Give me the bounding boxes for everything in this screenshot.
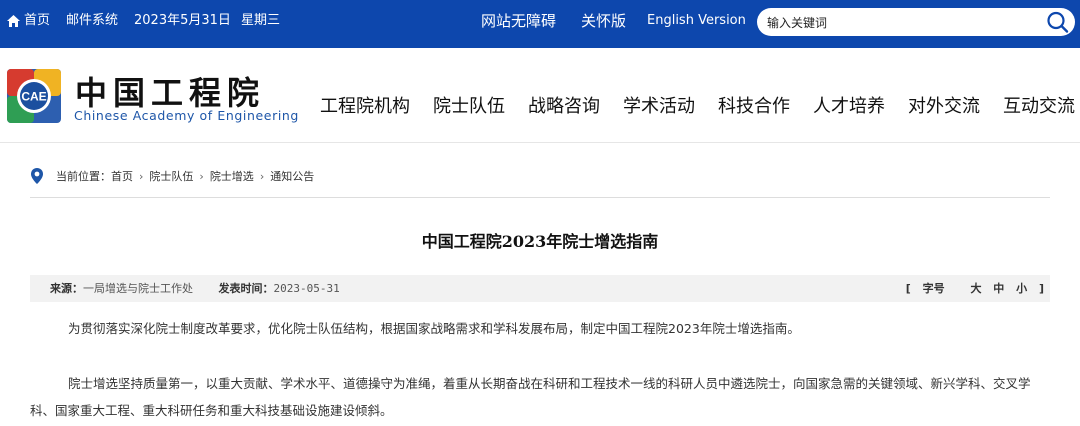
main-nav: 工程院机构 院士队伍 战略咨询 学术活动 科技合作 人才培养 对外交流 互动交流 — [320, 92, 1075, 118]
article-meta-left: 来源：一局增选与院士工作处 发表时间：2023-05-31 — [50, 275, 340, 302]
date-value: 2023-05-31 — [273, 282, 340, 295]
breadcrumb: 当前位置： 首页 › 院士队伍 › 院士增选 › 通知公告 — [30, 166, 314, 186]
breadcrumb-election[interactable]: 院士增选 — [210, 168, 254, 184]
emblem-text: CAE — [21, 90, 46, 104]
nav-item-strategy[interactable]: 战略咨询 — [528, 92, 600, 118]
search-icon — [1047, 11, 1069, 33]
article-title: 中国工程院2023年院士增选指南 — [421, 232, 659, 251]
home-icon — [7, 14, 20, 27]
home-label: 首页 — [24, 13, 51, 28]
top-bar: 首页 邮件系统 2023年5月31日 星期三 网站无障碍 关怀版 English… — [0, 0, 1080, 48]
source-value: 一局增选与院士工作处 — [83, 282, 193, 295]
breadcrumb-prefix: 当前位置： — [56, 170, 111, 183]
search-button[interactable] — [1045, 10, 1071, 34]
date-text: 2023年5月31日 — [134, 13, 231, 28]
english-version-link[interactable]: English Version — [647, 0, 746, 42]
nav-item-cooperation[interactable]: 科技合作 — [718, 92, 790, 118]
chevron-right-icon: › — [199, 169, 204, 183]
location-pin-icon — [31, 168, 43, 184]
search-input[interactable] — [765, 12, 1039, 34]
breadcrumb-home[interactable]: 首页 — [111, 168, 133, 184]
date-label: 发表时间： — [218, 282, 274, 295]
font-size-small[interactable]: 小 — [1016, 282, 1027, 295]
care-mode-link[interactable]: 关怀版 — [581, 0, 626, 42]
font-size-label: 字号 — [922, 282, 945, 295]
current-date: 2023年5月31日 星期三 — [134, 0, 280, 42]
source-label: 来源： — [50, 282, 83, 295]
font-size-large[interactable]: 大 — [970, 282, 981, 295]
breadcrumb-notices[interactable]: 通知公告 — [270, 168, 314, 184]
breadcrumb-academicians[interactable]: 院士队伍 — [149, 168, 193, 184]
chevron-right-icon: › — [139, 169, 144, 183]
article-meta-bar: 来源：一局增选与院士工作处 发表时间：2023-05-31 [ 字号 大 中 小… — [30, 275, 1050, 302]
article-paragraph: 为贯彻落实深化院士制度改革要求，优化院士队伍结构，根据国家战略需求和学科发展布局… — [68, 321, 800, 336]
search-box — [757, 8, 1075, 36]
bracket-open: [ — [905, 282, 911, 295]
mail-system-link[interactable]: 邮件系统 — [66, 0, 118, 42]
nav-item-talent[interactable]: 人才培养 — [813, 92, 885, 118]
article-paragraph: 院士增选坚持质量第一，以重大贡献、学术水平、道德操守为准绳，着重从长期奋战在科研… — [30, 376, 1031, 418]
bracket-close: ] — [1038, 282, 1044, 295]
nav-item-interaction[interactable]: 互动交流 — [1003, 92, 1075, 118]
nav-item-institutions[interactable]: 工程院机构 — [320, 92, 410, 118]
weekday-text: 星期三 — [241, 13, 281, 28]
nav-item-international[interactable]: 对外交流 — [908, 92, 980, 118]
accessibility-link[interactable]: 网站无障碍 — [481, 0, 556, 42]
site-header: CAE 中国工程院 Chinese Academy of Engineering… — [0, 48, 1080, 143]
nav-item-academic[interactable]: 学术活动 — [623, 92, 695, 118]
font-size-medium[interactable]: 中 — [993, 282, 1004, 295]
chevron-right-icon: › — [259, 169, 265, 183]
cae-emblem-icon[interactable]: CAE — [7, 69, 61, 123]
breadcrumb-divider — [30, 197, 1050, 198]
logo-english-name: Chinese Academy of Engineering — [74, 108, 299, 123]
home-link[interactable]: 首页 — [6, 0, 50, 42]
nav-item-academicians[interactable]: 院士队伍 — [433, 92, 505, 118]
font-size-controls: [ 字号 大 中 小 ] — [906, 275, 1044, 302]
